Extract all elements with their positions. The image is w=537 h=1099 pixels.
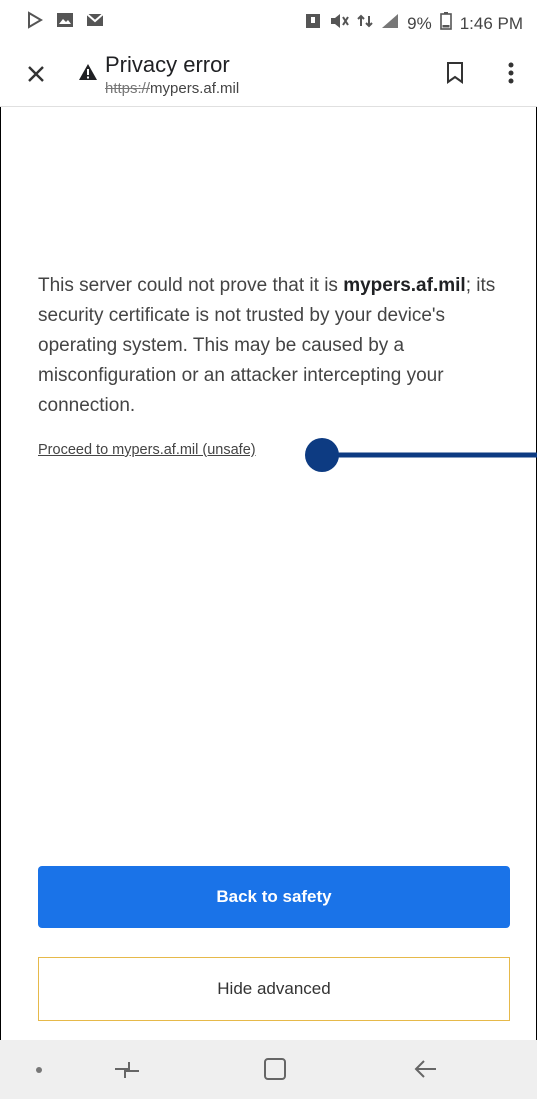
hide-advanced-button[interactable]: Hide advanced xyxy=(38,957,510,1021)
proceed-unsafe-link[interactable]: Proceed to mypers.af.mil (unsafe) xyxy=(38,442,256,458)
status-bar: 9% 1:46 PM xyxy=(0,0,537,44)
status-right-icons: 9% 1:46 PM xyxy=(305,12,523,35)
nav-dot-icon xyxy=(36,1067,42,1073)
message-domain: mypers.af.mil xyxy=(343,275,466,296)
close-icon[interactable] xyxy=(26,62,46,88)
browser-toolbar: Privacy error https://mypers.af.mil xyxy=(0,44,537,107)
mute-icon xyxy=(329,12,349,35)
signal-icon xyxy=(381,13,399,34)
notification-icon xyxy=(305,12,321,35)
message-part2: ; its security certificate is not truste… xyxy=(38,275,496,416)
data-icon xyxy=(357,12,373,35)
warning-icon xyxy=(78,63,98,86)
url-scheme: https:// xyxy=(105,80,151,97)
play-store-icon xyxy=(26,11,44,34)
mail-icon xyxy=(86,13,104,32)
clock: 1:46 PM xyxy=(459,13,523,33)
back-icon[interactable] xyxy=(414,1058,438,1085)
bookmark-icon[interactable] xyxy=(445,61,465,90)
gallery-icon xyxy=(56,12,74,33)
error-message: This server could not prove that it is m… xyxy=(38,271,513,421)
more-options-icon[interactable] xyxy=(507,61,515,90)
battery-icon xyxy=(439,12,452,35)
recent-apps-icon[interactable] xyxy=(113,1057,141,1088)
page-url[interactable]: https://mypers.af.mil xyxy=(105,80,239,97)
back-to-safety-button[interactable]: Back to safety xyxy=(38,866,510,928)
system-nav-bar xyxy=(0,1040,537,1099)
pointer-annotation xyxy=(305,438,537,472)
home-icon[interactable] xyxy=(263,1057,287,1086)
status-left-icons xyxy=(26,11,104,34)
page-title: Privacy error xyxy=(105,52,230,77)
url-host: mypers.af.mil xyxy=(150,80,240,97)
battery-percent: 9% xyxy=(407,13,432,33)
screen-frame xyxy=(0,0,537,1099)
message-part1: This server could not prove that it is xyxy=(38,275,344,296)
